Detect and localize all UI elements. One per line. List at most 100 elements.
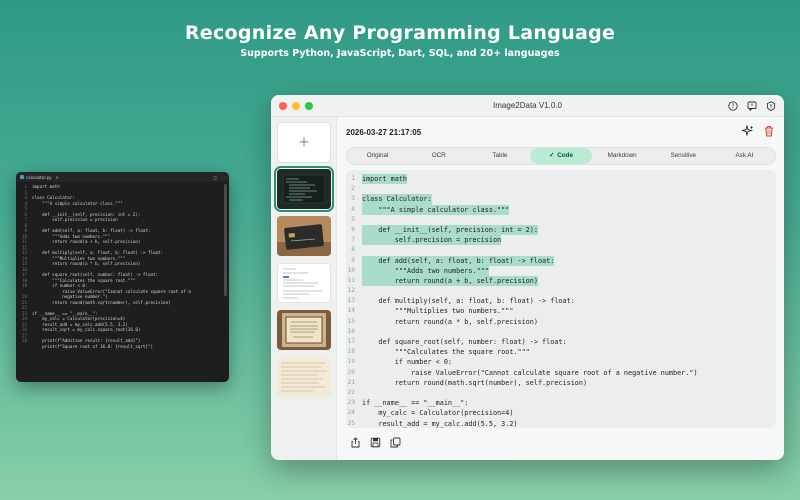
help-icon[interactable]: ? <box>727 100 738 111</box>
code-line-number: 10 <box>347 266 355 274</box>
code-line: 1 import math <box>346 174 776 185</box>
sparkles-icon[interactable] <box>742 125 754 137</box>
code-line-number: 3 <box>351 195 355 203</box>
editor-line-text: """A simple calculator class.""" <box>32 200 123 206</box>
note-thumbnail-image <box>277 357 331 397</box>
code-line-number: 2 <box>351 185 355 193</box>
tab-label: Ask AI <box>735 152 754 159</box>
tab-sensitive[interactable]: Sensitive <box>653 148 714 164</box>
editor-line-text: return round(math.sqrt(number), self.pre… <box>32 299 171 305</box>
code-line-text: self.precision = precision <box>362 235 502 246</box>
hero-subtitle: Supports Python, JavaScript, Dart, SQL, … <box>240 48 560 59</box>
code-line: 18 """Calculates the square root.""" <box>346 347 776 357</box>
certificate-thumbnail-image <box>277 310 331 350</box>
zoom-window-button[interactable] <box>305 101 313 110</box>
add-image-button[interactable]: + <box>277 122 331 163</box>
code-line: 21 return round(math.sqrt(number), self.… <box>346 378 776 388</box>
close-icon[interactable]: ✕ <box>56 175 59 180</box>
tab-table[interactable]: Table <box>469 148 530 164</box>
code-line: 3 class Calculator: <box>346 194 776 205</box>
tab-label: OCR <box>431 152 446 159</box>
tab-ocr[interactable]: OCR <box>408 148 469 164</box>
tab-original[interactable]: Original <box>347 148 408 164</box>
code-line: 15 return round(a * b, self.precision) <box>346 317 776 327</box>
code-line-text: class Calculator: <box>362 194 432 205</box>
editor-code-area[interactable]: 1 import math 2 3 class Calculator: 4 """A si… <box>16 182 229 349</box>
code-line-number: 11 <box>347 276 355 284</box>
code-line-number: 24 <box>347 409 355 417</box>
check-icon: ✓ <box>548 152 555 159</box>
svg-text:?: ? <box>731 103 734 110</box>
code-output-panel[interactable]: 1 import math 2 3 class Calculator: 4 """A si… <box>346 170 776 428</box>
image-sidebar: + <box>271 117 337 460</box>
code-line-text: def square_root(self, number: float) -> … <box>362 338 567 346</box>
python-file-icon <box>20 175 24 179</box>
code-line-number: 7 <box>351 236 355 244</box>
thumbnail-certificate-photo[interactable] <box>277 310 331 350</box>
code-line-number: 21 <box>347 378 355 386</box>
thumbnail-handwritten-note[interactable] <box>277 357 331 397</box>
code-line-text: if __name__ == "__main__": <box>362 399 469 408</box>
editor-line-text: result_sqrt = my_calc.square_root(16.0) <box>32 327 141 332</box>
trash-icon[interactable] <box>763 125 775 137</box>
tab-markdown[interactable]: Markdown <box>592 148 653 164</box>
code-line-text: """Calculates the square root.""" <box>362 348 530 357</box>
code-line: 6 def __init__(self, precision: int = 2)… <box>346 224 776 236</box>
code-line: 14 """Multiplies two numbers.""" <box>346 306 776 316</box>
editor-tab-bar: calculator.py ✕ ◫ ⋯ <box>16 172 229 182</box>
editor-tab[interactable]: calculator.py ✕ <box>20 175 59 180</box>
code-line-text: my_calc = Calculator(precision=4) <box>362 409 514 418</box>
code-line-number: 9 <box>351 256 355 264</box>
card-thumbnail-image <box>277 216 331 256</box>
tab-label: Markdown <box>607 152 637 159</box>
tab-label: Table <box>492 152 508 159</box>
split-editor-icon[interactable]: ◫ <box>213 175 217 180</box>
thumbnail-credit-card-photo[interactable] <box>277 216 331 256</box>
code-line: 24 my_calc = Calculator(precision=4) <box>346 408 776 418</box>
share-icon[interactable] <box>350 437 361 448</box>
code-line-number: 15 <box>347 317 355 325</box>
code-line: 17 def square_root(self, number: float) … <box>346 337 776 347</box>
code-line-number: 16 <box>347 327 355 335</box>
code-line: 5 <box>346 215 776 225</box>
save-icon[interactable] <box>370 437 381 448</box>
code-line-number: 12 <box>347 287 355 295</box>
code-line-text: if number < 0: <box>362 358 453 367</box>
editor-line: print(f"Square root of 16.0: {result_sqr… <box>16 344 229 350</box>
code-line-text: """A simple calculator class.""" <box>362 204 510 215</box>
tab-code[interactable]: ✓ Code <box>530 148 592 164</box>
code-line-number: 18 <box>347 348 355 356</box>
code-line-text: result_add = my_calc.add(5.5, 3.2) <box>362 419 518 428</box>
editor-scrollbar[interactable] <box>224 184 227 296</box>
feedback-icon[interactable] <box>746 100 757 111</box>
code-thumbnail-image <box>277 169 331 209</box>
code-line: 10 """Adds two numbers.""" <box>346 265 776 276</box>
code-line-number: 25 <box>347 419 355 427</box>
more-icon[interactable]: ⋯ <box>221 175 225 180</box>
code-line-text: return round(a + b, self.precision) <box>362 275 538 287</box>
copy-icon[interactable] <box>390 437 401 448</box>
code-line: 20 raise ValueError("Cannot calculate sq… <box>346 368 776 378</box>
minimize-window-button[interactable] <box>292 101 300 110</box>
code-line-text: return round(a * b, self.precision) <box>362 317 538 326</box>
info-icon[interactable] <box>765 100 776 111</box>
code-editor-window: calculator.py ✕ ◫ ⋯ 1 import math 2 3 class … <box>16 172 229 382</box>
code-line: 13 def multiply(self, a: float, b: float… <box>346 296 776 306</box>
code-line: 12 <box>346 286 776 296</box>
close-window-button[interactable] <box>279 101 287 110</box>
code-line-text: import math <box>362 174 408 185</box>
editor-line-text: import math <box>32 184 60 189</box>
editor-line-text: return round(a + b, self.precision) <box>32 239 141 244</box>
window-title: Image2Data V1.0.0 <box>493 101 562 110</box>
code-line: 2 <box>346 184 776 194</box>
code-line-text: return round(math.sqrt(number), self.pre… <box>362 378 588 387</box>
tab-ask-ai[interactable]: Ask AI <box>714 148 775 164</box>
code-line-number: 20 <box>347 368 355 376</box>
editor-line-text: return round(a * b, self.precision) <box>32 261 141 266</box>
hero-title: Recognize Any Programming Language <box>184 22 616 44</box>
code-line-text: def multiply(self, a: float, b: float) -… <box>362 297 575 306</box>
thumbnail-code-screenshot[interactable] <box>274 166 334 212</box>
editor-tab-label: calculator.py <box>26 174 52 180</box>
app-window: Image2Data V1.0.0 ? + 2026-03-27 21:17:0… <box>271 95 784 460</box>
thumbnail-document-scan[interactable] <box>277 263 331 303</box>
